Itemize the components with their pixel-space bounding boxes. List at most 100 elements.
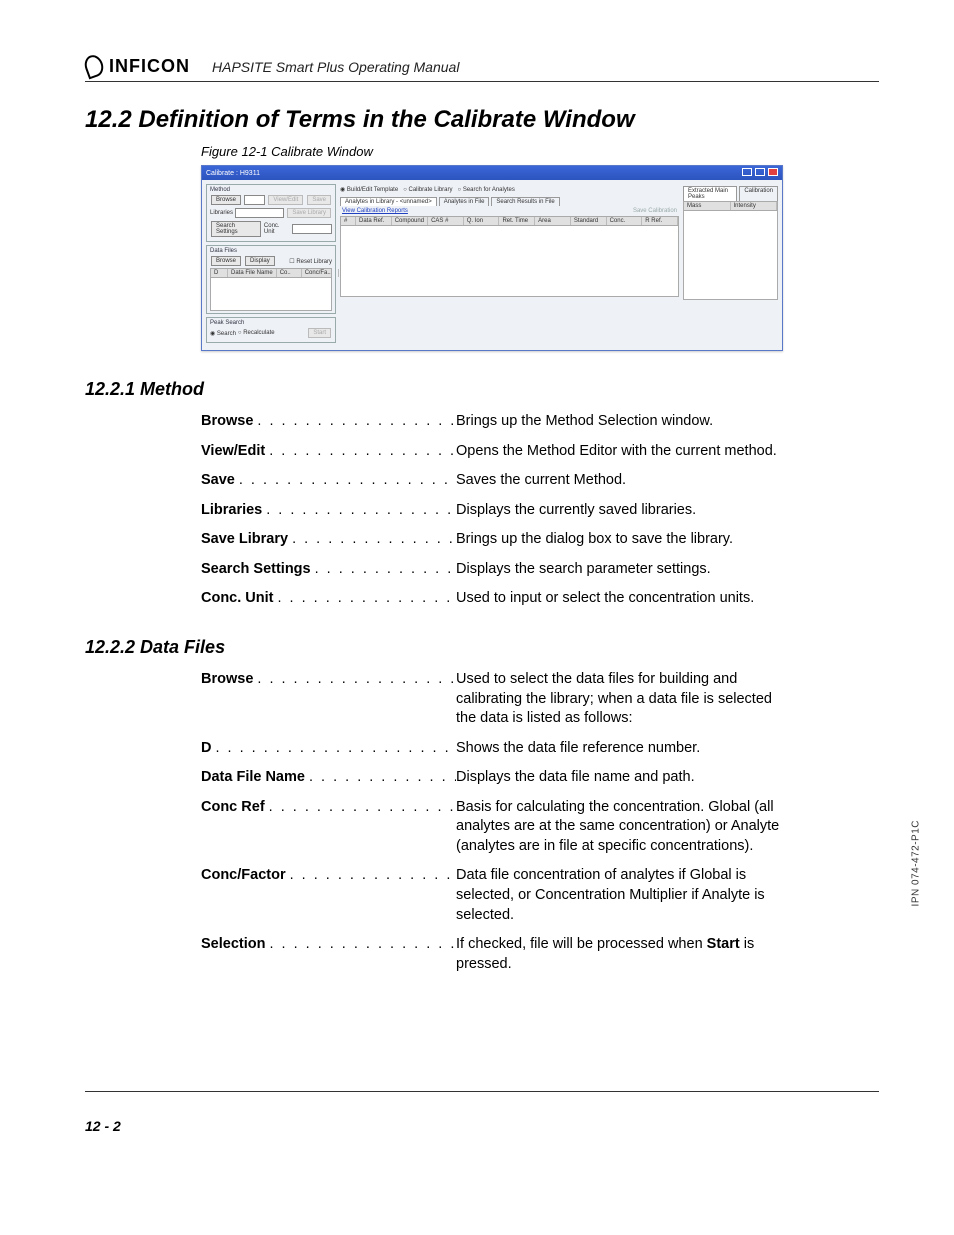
searchan-radio-label: Search for Analytes <box>463 187 515 193</box>
definition-item: Conc. Unit. . . . . . . . . . . . . . . … <box>201 589 879 609</box>
tab-analytes-lib[interactable]: Analytes in Library - <unnamed> <box>340 197 437 206</box>
datafiles-group: Data Files Browse Display ☐ Reset Librar… <box>206 245 336 314</box>
tab-peaks[interactable]: Extracted Main Peaks <box>683 186 737 201</box>
save-cal-link[interactable]: Save Calibration <box>633 208 677 214</box>
window-buttons <box>741 168 778 178</box>
leader-dots: . . . . . . . . . . . . . . . . . . . . … <box>211 739 456 759</box>
method-group-label: Method <box>210 187 332 193</box>
col-dataref: Data Ref. <box>356 217 392 225</box>
analytes-grid-header: # Data Ref. Compound CAS # Q. Ion Ret. T… <box>340 216 679 226</box>
tab-calibration[interactable]: Calibration <box>739 186 778 201</box>
method-group: Method Browse View/Edit Save Libraries S… <box>206 184 336 242</box>
brand-logo: INFICON <box>85 55 190 77</box>
searchsettings-button[interactable]: Search Settings <box>211 221 261 237</box>
definition-term: Conc/Factor <box>201 866 286 886</box>
col-rref: R Ref. <box>642 217 678 225</box>
definition-term: Save Library <box>201 530 288 550</box>
leader-dots: . . . . . . . . . . . . . . . . . . . . … <box>265 798 456 818</box>
logo-icon <box>82 53 106 80</box>
search-radio-label: Search <box>217 331 236 337</box>
mode-radio-row: ◉ Build/Edit Template ○ Calibrate Librar… <box>340 184 679 195</box>
subsection-datafiles-heading: 12.2.2 Data Files <box>85 637 879 658</box>
col-co: Co.. <box>277 269 302 277</box>
build-radio[interactable]: ◉ Build/Edit Template <box>340 187 398 193</box>
definition-term: Save <box>201 471 235 491</box>
recalc-radio-label: Recalculate <box>243 330 274 336</box>
definitions-method: Browse. . . . . . . . . . . . . . . . . … <box>201 412 879 609</box>
definition-term: Conc Ref <box>201 798 265 818</box>
definition-item: Selection. . . . . . . . . . . . . . . .… <box>201 935 879 974</box>
definition-item: Conc Ref. . . . . . . . . . . . . . . . … <box>201 798 879 857</box>
col-qion: Q. Ion <box>464 217 500 225</box>
savelib-button[interactable]: Save Library <box>287 208 331 218</box>
peaksearch-group: Peak Search ◉ Search ○ Recalculate Start <box>206 317 336 343</box>
build-radio-label: Build/Edit Template <box>347 187 398 193</box>
peaks-grid-header: Mass Intensity <box>683 201 778 211</box>
leader-dots: . . . . . . . . . . . . . . . . . . . . … <box>265 935 456 955</box>
leader-dots: . . . . . . . . . . . . . . . . . . . . … <box>262 501 456 521</box>
definition-desc: Brings up the Method Selection window. <box>456 412 796 432</box>
definition-term: Browse <box>201 670 253 690</box>
window-titlebar: Calibrate : H9311 <box>202 166 782 180</box>
analytes-grid-body[interactable] <box>340 226 679 297</box>
recalc-radio[interactable]: ○ Recalculate <box>238 330 275 336</box>
resetlib-checkbox[interactable]: ☐ Reset Library <box>289 258 332 265</box>
display-button[interactable]: Display <box>245 256 275 266</box>
section-title: 12.2 Definition of Terms in the Calibrat… <box>85 106 879 134</box>
brand-text: INFICON <box>109 56 190 77</box>
peaks-grid-body[interactable] <box>683 211 778 300</box>
libraries-select[interactable] <box>235 208 284 218</box>
tab-analytes-file[interactable]: Analytes in File <box>439 197 490 206</box>
manual-title: HAPSITE Smart Plus Operating Manual <box>212 59 459 77</box>
tab-results[interactable]: Search Results in File <box>491 197 559 206</box>
view-reports-link[interactable]: View Calibration Reports <box>342 208 408 214</box>
calibrate-window-screenshot: Calibrate : H9311 Method Browse View/Edi… <box>201 165 783 351</box>
datafiles-grid-body[interactable] <box>210 278 332 311</box>
save-button[interactable]: Save <box>307 195 331 205</box>
browse-button[interactable]: Browse <box>211 195 241 205</box>
maximize-icon[interactable] <box>755 168 765 176</box>
concunit-select[interactable] <box>292 224 332 234</box>
definition-item: Data File Name. . . . . . . . . . . . . … <box>201 768 879 788</box>
col-intensity: Intensity <box>731 202 778 210</box>
figure-caption: Figure 12-1 Calibrate Window <box>201 144 879 159</box>
browse-datafile-button[interactable]: Browse <box>211 256 241 266</box>
leader-dots: . . . . . . . . . . . . . . . . . . . . … <box>235 471 456 491</box>
definition-term: Libraries <box>201 501 262 521</box>
leader-dots: . . . . . . . . . . . . . . . . . . . . … <box>253 412 456 432</box>
definition-desc: Used to input or select the concentratio… <box>456 589 796 609</box>
searchan-radio[interactable]: ○ Search for Analytes <box>458 187 515 193</box>
start-button[interactable]: Start <box>308 328 331 338</box>
definition-term: Conc. Unit <box>201 589 274 609</box>
col-compound: Compound <box>392 217 428 225</box>
definition-item: Save. . . . . . . . . . . . . . . . . . … <box>201 471 879 491</box>
window-title: Calibrate : H9311 <box>206 170 260 177</box>
leader-dots: . . . . . . . . . . . . . . . . . . . . … <box>253 670 456 690</box>
method-field[interactable] <box>244 195 265 205</box>
definition-desc: Displays the search parameter settings. <box>456 560 796 580</box>
definition-term: Browse <box>201 412 253 432</box>
page-header: INFICON HAPSITE Smart Plus Operating Man… <box>85 55 879 82</box>
search-radio[interactable]: ◉ Search <box>210 330 236 337</box>
definition-desc: Displays the data file name and path. <box>456 768 796 788</box>
col-d: D <box>211 269 228 277</box>
leader-dots: . . . . . . . . . . . . . . . . . . . . … <box>288 530 456 550</box>
definition-term: D <box>201 739 211 759</box>
peaksearch-label: Peak Search <box>210 320 332 326</box>
definition-item: Conc/Factor. . . . . . . . . . . . . . .… <box>201 866 879 925</box>
minimize-icon[interactable] <box>742 168 752 176</box>
definition-desc: Brings up the dialog box to save the lib… <box>456 530 796 550</box>
resetlib-label: Reset Library <box>296 259 332 265</box>
close-icon[interactable] <box>768 168 778 176</box>
callib-radio-label: Calibrate Library <box>408 187 452 193</box>
viewedit-button[interactable]: View/Edit <box>268 195 303 205</box>
leader-dots: . . . . . . . . . . . . . . . . . . . . … <box>305 768 456 788</box>
document-code: IPN 074-472-P1C <box>910 820 921 906</box>
callib-radio[interactable]: ○ Calibrate Library <box>403 187 452 193</box>
footer-rule <box>85 1091 879 1092</box>
leader-dots: . . . . . . . . . . . . . . . . . . . . … <box>274 589 457 609</box>
concunit-label: Conc. Unit <box>264 223 290 235</box>
definition-term: Search Settings <box>201 560 311 580</box>
definitions-datafiles: Browse. . . . . . . . . . . . . . . . . … <box>201 670 879 974</box>
definition-item: Browse. . . . . . . . . . . . . . . . . … <box>201 670 879 729</box>
